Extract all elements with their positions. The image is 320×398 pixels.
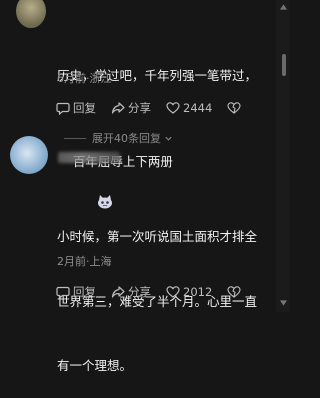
scroll-up-arrow-icon[interactable]: [280, 4, 287, 10]
dislike-button[interactable]: [227, 285, 244, 299]
like-count: 2012: [183, 285, 213, 299]
share-arrow-icon: [111, 102, 125, 114]
comment-bubble-icon: [56, 102, 70, 115]
comment-meta: 6月前·浙江: [57, 72, 112, 85]
comment-bubble-icon: [56, 286, 70, 299]
like-button[interactable]: 2012: [166, 285, 212, 299]
scrollbar[interactable]: [276, 0, 290, 312]
reply-button[interactable]: 回复: [56, 284, 96, 300]
like-button[interactable]: 2444: [166, 101, 212, 115]
avatar[interactable]: [16, 0, 46, 28]
comment-actions: 回复 分享 2444: [56, 100, 244, 116]
divider-line: [64, 137, 86, 139]
scrollbar-thumb[interactable]: [282, 54, 286, 76]
heart-icon: [166, 286, 180, 298]
chevron-down-icon: [165, 136, 172, 141]
avatar[interactable]: [10, 136, 48, 174]
comment-meta: 2月前·上海: [57, 255, 112, 268]
heart-icon: [166, 102, 180, 114]
share-button[interactable]: 分享: [111, 284, 151, 300]
share-arrow-icon: [111, 286, 125, 298]
comment-actions: 回复 分享 2012: [56, 284, 244, 300]
reply-button[interactable]: 回复: [56, 100, 96, 116]
dislike-button[interactable]: [227, 101, 244, 115]
expand-replies-button[interactable]: 展开40条回复: [64, 130, 173, 146]
username[interactable]: [58, 152, 120, 163]
scroll-down-arrow-icon[interactable]: [280, 300, 287, 306]
broken-heart-icon: [227, 102, 241, 114]
share-button[interactable]: 分享: [111, 100, 151, 116]
broken-heart-icon: [227, 286, 241, 298]
like-count: 2444: [183, 101, 213, 115]
